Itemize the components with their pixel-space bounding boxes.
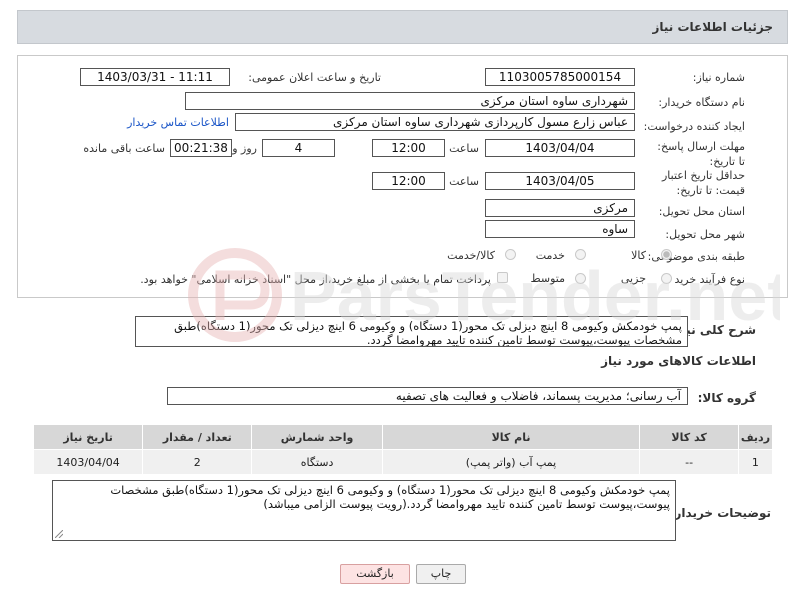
payment-treasury-checkbox[interactable]: [497, 272, 508, 283]
print-button[interactable]: چاپ: [416, 564, 466, 584]
cell-unit: دستگاه: [251, 449, 383, 475]
resize-grip-icon[interactable]: [55, 530, 63, 538]
col-code: کد کالا: [639, 424, 739, 450]
cell-date: 1403/04/04: [32, 449, 144, 475]
buyer-org-field: شهرداری ساوه استان مرکزی: [185, 92, 635, 110]
cell-code: --: [639, 449, 739, 475]
deadline-time-field: 12:00: [372, 139, 445, 157]
category-goods-radio[interactable]: [661, 249, 672, 260]
need-number-label: شماره نیاز:: [692, 71, 745, 84]
days-and-label: روز و: [232, 142, 257, 155]
validity-date-field: 1403/04/05: [485, 172, 635, 190]
province-label: استان محل تحویل:: [658, 205, 745, 218]
buyer-notes-text: پمپ خودمکش وکیومی 8 اینچ دیزلی تک محور(1…: [110, 483, 670, 511]
back-button[interactable]: بازگشت: [340, 564, 410, 584]
purchase-type-label: نوع فرآیند خرید :: [667, 273, 745, 286]
remaining-label: ساعت باقی مانده: [83, 142, 165, 155]
city-field: ساوه: [485, 220, 635, 238]
cell-row: 1: [737, 449, 774, 475]
buyer-notes-textarea[interactable]: پمپ خودمکش وکیومی 8 اینچ دیزلی تک محور(1…: [52, 480, 676, 541]
validity-time-label: ساعت: [449, 175, 479, 188]
category-goods-label: کالا: [631, 249, 646, 262]
goods-table: ردیف کد کالا نام کالا واحد شمارش تعداد /…: [32, 424, 774, 475]
contact-buyer-link[interactable]: اطلاعات تماس خریدار: [127, 116, 229, 129]
deadline-time-label: ساعت: [449, 142, 479, 155]
col-row: ردیف: [737, 424, 774, 450]
need-number-field: 1103005785000154: [485, 68, 635, 86]
payment-note: پرداخت تمام یا بخشی از مبلغ خرید،از محل …: [140, 273, 491, 286]
category-goods-service-radio[interactable]: [505, 249, 516, 260]
description-text: پمپ خودمکش وکیومی 8 اینچ دیزلی تک محور(1…: [174, 319, 682, 347]
deadline-label: مهلت ارسال پاسخ: تا تاریخ:: [657, 140, 745, 168]
creator-field: عباس زارع مسول کارپردازی شهرداری ساوه اس…: [235, 113, 635, 131]
province-field: مرکزی: [485, 199, 635, 217]
goods-group-field: آب رسانی؛ مدیریت پسماند، فاضلاب و فعالیت…: [167, 387, 688, 405]
col-qty: تعداد / مقدار: [142, 424, 253, 450]
buyer-org-label: نام دستگاه خریدار:: [658, 96, 745, 109]
description-textarea[interactable]: پمپ خودمکش وکیومی 8 اینچ دیزلی تک محور(1…: [135, 316, 688, 347]
creator-label: ایجاد کننده درخواست:: [643, 120, 745, 133]
page-header: جزئیات اطلاعات نیاز: [17, 10, 788, 44]
category-service-radio[interactable]: [575, 249, 586, 260]
days-remaining-field: 4: [262, 139, 335, 157]
col-unit: واحد شمارش: [251, 424, 383, 450]
validity-time-field: 12:00: [372, 172, 445, 190]
goods-group-label: گروه کالا:: [697, 391, 756, 405]
table-row: 1 -- پمپ آب (واتر پمپ) دستگاه 2 1403/04/…: [32, 449, 774, 475]
goods-section-title: اطلاعات کالاهای مورد نیاز: [601, 354, 756, 368]
col-date: تاریخ نیاز: [32, 424, 144, 450]
cell-name: پمپ آب (واتر پمپ): [381, 449, 641, 475]
purchase-minor-label: جزیی: [620, 272, 646, 285]
announce-label: تاریخ و ساعت اعلان عمومی:: [248, 71, 381, 84]
buyer-notes-label: توضیحات خریدار:: [669, 506, 771, 520]
cell-qty: 2: [142, 449, 253, 475]
category-goods-service-label: کالا/خدمت: [447, 249, 495, 262]
purchase-medium-radio[interactable]: [575, 273, 586, 284]
purchase-minor-radio[interactable]: [661, 273, 672, 284]
validity-label: حداقل تاریخ اعتبار قیمت: تا تاریخ:: [661, 169, 745, 197]
remaining-time-field: 00:21:38: [170, 139, 232, 157]
col-name: نام کالا: [381, 424, 641, 450]
category-service-label: خدمت: [535, 249, 565, 262]
deadline-date-field: 1403/04/04: [485, 139, 635, 157]
purchase-medium-label: متوسط: [530, 272, 565, 285]
goods-table-header: ردیف کد کالا نام کالا واحد شمارش تعداد /…: [32, 424, 774, 450]
page-title: جزئیات اطلاعات نیاز: [652, 20, 773, 34]
city-label: شهر محل تحویل:: [665, 228, 745, 241]
announce-field: 1403/03/31 - 11:11: [80, 68, 230, 86]
